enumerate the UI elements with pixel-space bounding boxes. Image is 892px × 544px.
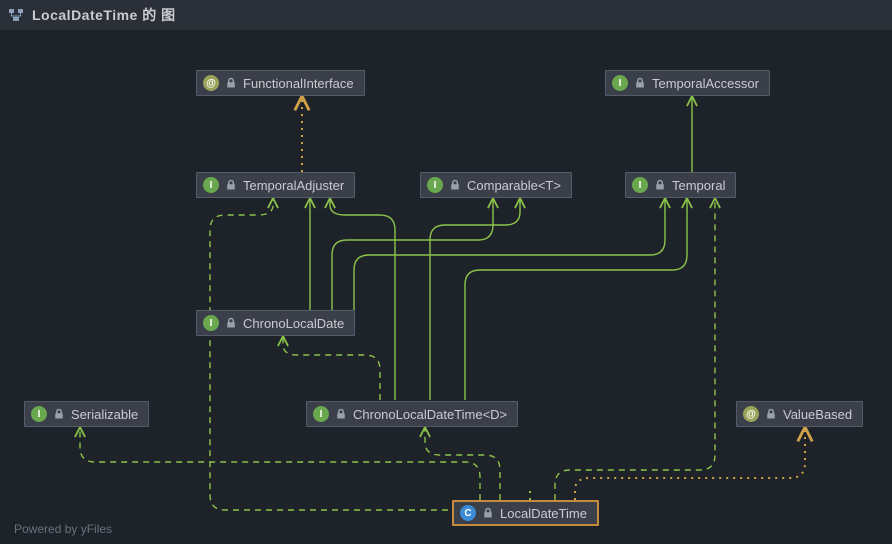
node-temporal[interactable]: I Temporal [625, 172, 736, 198]
lock-icon [482, 507, 494, 519]
annotation-icon: @ [743, 406, 759, 422]
lock-icon [225, 77, 237, 89]
lock-icon [335, 408, 347, 420]
lock-icon [634, 77, 646, 89]
interface-icon: I [31, 406, 47, 422]
node-label: ChronoLocalDate [243, 316, 344, 331]
node-chrono-local-date-time[interactable]: I ChronoLocalDateTime<D> [306, 401, 518, 427]
interface-icon: I [612, 75, 628, 91]
lock-icon [225, 317, 237, 329]
lock-icon [225, 179, 237, 191]
page-title: LocalDateTime 的 图 [32, 5, 176, 25]
diagram-canvas[interactable]: @ FunctionalInterface I TemporalAccessor… [0, 30, 892, 544]
interface-icon: I [203, 315, 219, 331]
node-label: LocalDateTime [500, 506, 587, 521]
interface-icon: I [313, 406, 329, 422]
node-label: FunctionalInterface [243, 76, 354, 91]
node-chrono-local-date[interactable]: I ChronoLocalDate [196, 310, 355, 336]
node-label: TemporalAdjuster [243, 178, 344, 193]
node-label: Serializable [71, 407, 138, 422]
class-icon: C [460, 505, 476, 521]
lock-icon [765, 408, 777, 420]
node-label: ValueBased [783, 407, 852, 422]
interface-icon: I [427, 177, 443, 193]
node-functional-interface[interactable]: @ FunctionalInterface [196, 70, 365, 96]
node-label: ChronoLocalDateTime<D> [353, 407, 507, 422]
diagram-icon [8, 7, 24, 23]
interface-icon: I [203, 177, 219, 193]
node-temporal-accessor[interactable]: I TemporalAccessor [605, 70, 770, 96]
node-label: Temporal [672, 178, 725, 193]
node-value-based[interactable]: @ ValueBased [736, 401, 863, 427]
annotation-icon: @ [203, 75, 219, 91]
title-bar: LocalDateTime 的 图 [0, 0, 892, 30]
node-local-date-time[interactable]: C LocalDateTime [452, 500, 599, 526]
edges-layer [0, 30, 892, 544]
node-label: TemporalAccessor [652, 76, 759, 91]
interface-icon: I [632, 177, 648, 193]
node-label: Comparable<T> [467, 178, 561, 193]
node-temporal-adjuster[interactable]: I TemporalAdjuster [196, 172, 355, 198]
lock-icon [53, 408, 65, 420]
lock-icon [449, 179, 461, 191]
node-serializable[interactable]: I Serializable [24, 401, 149, 427]
lock-icon [654, 179, 666, 191]
footer-credit: Powered by yFiles [14, 522, 112, 536]
node-comparable[interactable]: I Comparable<T> [420, 172, 572, 198]
